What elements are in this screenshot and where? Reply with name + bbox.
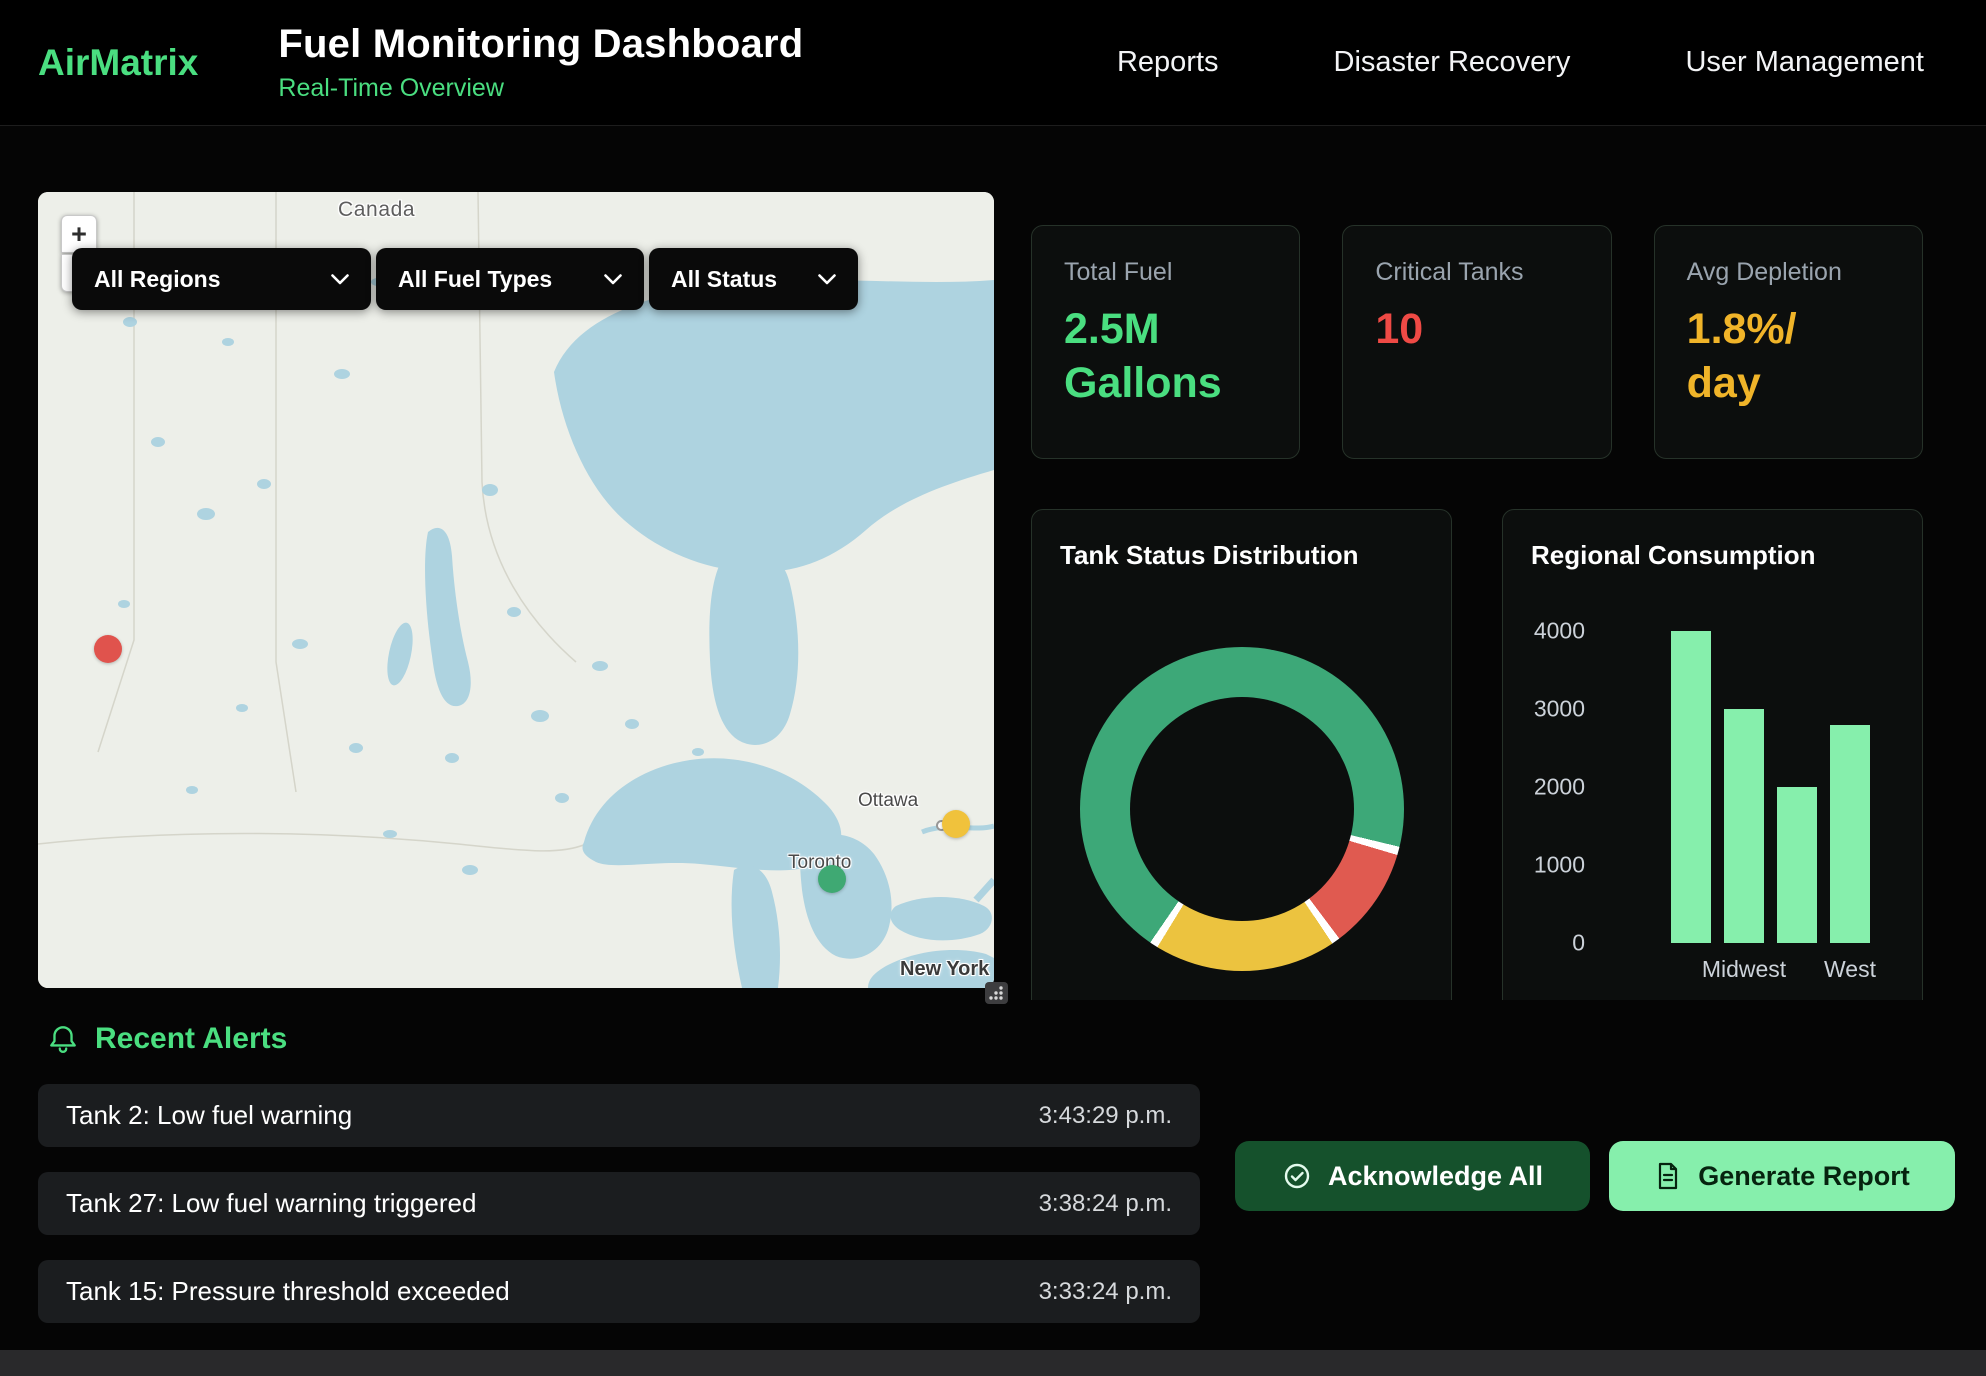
bar-chart-x-axis: Midwest West	[1601, 956, 1894, 983]
stat-card-avg-depletion: Avg Depletion 1.8%/ day	[1654, 225, 1923, 459]
stat-value-total-fuel: 2.5M Gallons	[1064, 303, 1267, 411]
alert-actions: Acknowledge All Generate Report	[1235, 1141, 1955, 1211]
page-title-block: Fuel Monitoring Dashboard Real-Time Over…	[278, 22, 803, 103]
alert-list: Tank 2: Low fuel warning 3:43:29 p.m. Ta…	[38, 1084, 1200, 1348]
nav-user-management[interactable]: User Management	[1685, 46, 1924, 79]
bar-3	[1830, 725, 1870, 943]
fuel-type-filter-dropdown[interactable]: All Fuel Types	[376, 248, 644, 310]
chevron-down-icon	[818, 274, 836, 285]
charts-row: Tank Status Distribution Regional Consum…	[1031, 509, 1923, 1000]
x-tick-label	[1777, 956, 1817, 983]
alert-message: Tank 15: Pressure threshold exceeded	[66, 1276, 510, 1307]
brand-logo[interactable]: AirMatrix	[38, 42, 198, 84]
page-title: Fuel Monitoring Dashboard	[278, 22, 803, 67]
x-tick-label: West	[1830, 956, 1870, 983]
check-circle-icon	[1282, 1161, 1312, 1191]
status-filter-dropdown[interactable]: All Status	[649, 248, 858, 310]
stat-card-total-fuel: Total Fuel 2.5M Gallons	[1031, 225, 1300, 459]
alert-timestamp: 3:38:24 p.m.	[1039, 1190, 1172, 1218]
acknowledge-all-label: Acknowledge All	[1328, 1161, 1543, 1192]
bottom-scroll-strip[interactable]	[0, 1350, 1986, 1376]
grip-dots-icon	[985, 982, 1008, 1004]
page-subtitle: Real-Time Overview	[278, 74, 803, 103]
document-icon	[1654, 1161, 1682, 1191]
bar-0	[1671, 631, 1711, 943]
x-tick-label: Midwest	[1724, 956, 1764, 983]
alert-timestamp: 3:33:24 p.m.	[1039, 1278, 1172, 1306]
recent-alerts-title: Recent Alerts	[95, 1022, 287, 1056]
y-tick-label: 0	[1572, 930, 1585, 957]
chevron-down-icon	[604, 274, 622, 285]
alert-message: Tank 27: Low fuel warning triggered	[66, 1188, 476, 1219]
fuel-type-filter-label: All Fuel Types	[398, 266, 552, 293]
stat-value-critical-tanks: 10	[1375, 303, 1578, 357]
y-tick-label: 3000	[1534, 696, 1585, 723]
map-filter-bar: All Regions All Fuel Types All Status	[72, 248, 858, 310]
tank-marker-normal[interactable]	[818, 865, 846, 893]
tank-status-distribution-card: Tank Status Distribution	[1031, 509, 1452, 1000]
stat-label: Avg Depletion	[1687, 258, 1890, 287]
bell-icon	[47, 1023, 79, 1055]
app-header: AirMatrix Fuel Monitoring Dashboard Real…	[0, 0, 1986, 126]
alert-message: Tank 2: Low fuel warning	[66, 1100, 352, 1131]
alert-row[interactable]: Tank 27: Low fuel warning triggered 3:38…	[38, 1172, 1200, 1235]
donut-hole	[1130, 697, 1354, 921]
alert-row[interactable]: Tank 2: Low fuel warning 3:43:29 p.m.	[38, 1084, 1200, 1147]
y-tick-label: 2000	[1534, 774, 1585, 801]
chart-title: Tank Status Distribution	[1060, 540, 1423, 571]
bar-chart-plot-column: Midwest West	[1601, 631, 1894, 983]
stats-row: Total Fuel 2.5M Gallons Critical Tanks 1…	[1031, 225, 1923, 459]
region-filter-label: All Regions	[94, 266, 221, 293]
generate-report-button[interactable]: Generate Report	[1609, 1141, 1955, 1211]
map-resize-handle[interactable]	[985, 982, 1008, 1004]
recent-alerts-header: Recent Alerts	[47, 1022, 287, 1056]
alert-row[interactable]: Tank 15: Pressure threshold exceeded 3:3…	[38, 1260, 1200, 1323]
y-tick-label: 1000	[1534, 852, 1585, 879]
acknowledge-all-button[interactable]: Acknowledge All	[1235, 1141, 1590, 1211]
tank-marker-warning[interactable]	[942, 810, 970, 838]
chevron-down-icon	[331, 274, 349, 285]
regional-consumption-bar-chart: 01000200030004000 MidwestWest	[1531, 631, 1894, 983]
bar-1	[1724, 709, 1764, 943]
bar-chart-plot	[1601, 631, 1894, 943]
bar-chart-y-axis: 01000200030004000	[1531, 631, 1601, 943]
map-label-new-york: New York	[900, 958, 989, 981]
tank-status-donut	[1080, 647, 1404, 971]
stat-value-avg-depletion: 1.8%/ day	[1687, 303, 1890, 411]
region-filter-dropdown[interactable]: All Regions	[72, 248, 371, 310]
nav-disaster-recovery[interactable]: Disaster Recovery	[1334, 46, 1571, 79]
stat-label: Critical Tanks	[1375, 258, 1578, 287]
stat-label: Total Fuel	[1064, 258, 1267, 287]
bar-2	[1777, 787, 1817, 943]
regional-consumption-card: Regional Consumption 0 1000 2000 3000 4000 M…	[1502, 509, 1923, 1000]
nav-reports[interactable]: Reports	[1117, 46, 1219, 79]
chart-title: Regional Consumption	[1531, 540, 1894, 571]
status-filter-label: All Status	[671, 266, 777, 293]
generate-report-label: Generate Report	[1698, 1161, 1910, 1192]
map-label-ottawa: Ottawa	[858, 790, 918, 812]
alert-timestamp: 3:43:29 p.m.	[1039, 1102, 1172, 1130]
y-tick-label: 4000	[1534, 618, 1585, 645]
stat-card-critical-tanks: Critical Tanks 10	[1342, 225, 1611, 459]
main-nav: Reports Disaster Recovery User Managemen…	[1117, 46, 1924, 79]
map-label-canada: Canada	[338, 198, 415, 222]
fuel-map[interactable]: Canada Ottawa Toronto New York + − All R…	[38, 192, 994, 988]
tank-marker-critical[interactable]	[94, 635, 122, 663]
